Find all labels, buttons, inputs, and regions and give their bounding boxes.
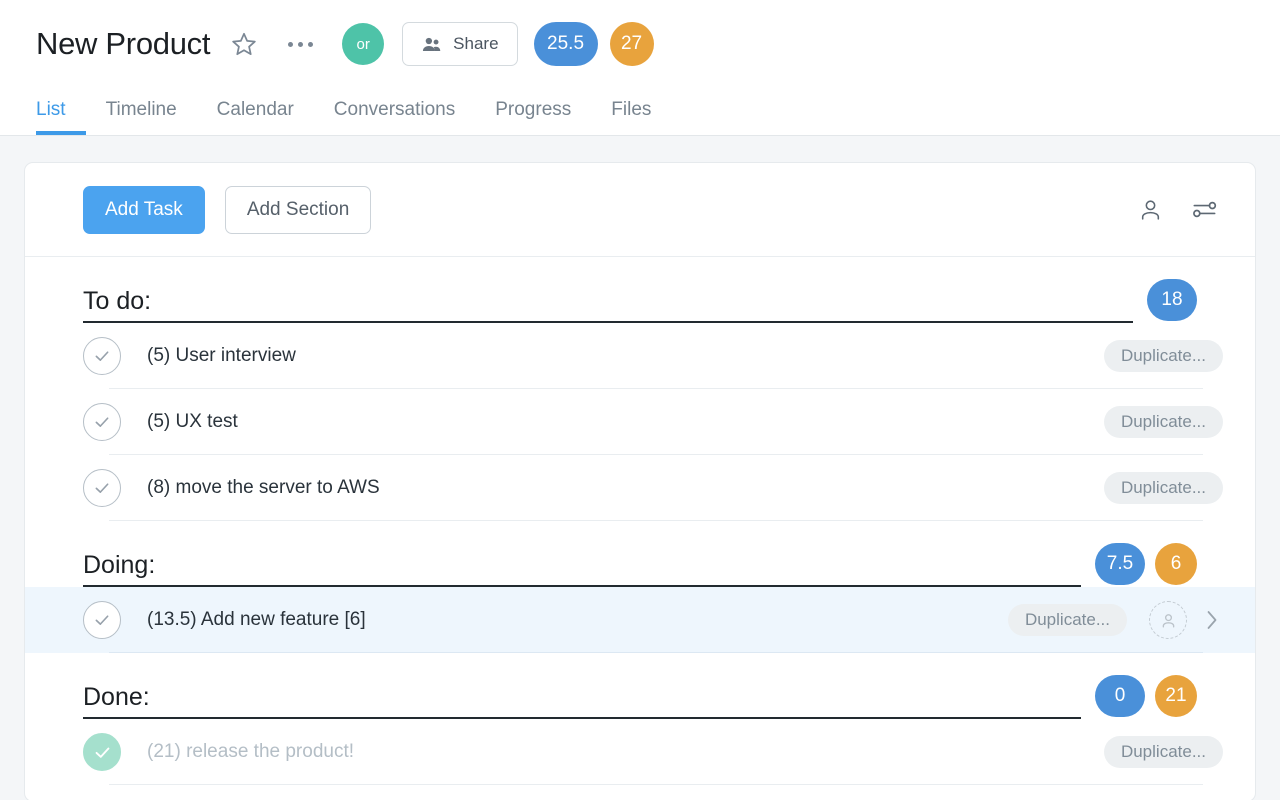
task-checkbox[interactable]	[83, 337, 121, 375]
task-label: (5) User interview	[147, 345, 296, 367]
task-checkbox[interactable]	[83, 469, 121, 507]
duplicate-action-pill[interactable]: Duplicate...	[1104, 736, 1223, 768]
task-label: (5) UX test	[147, 411, 238, 433]
duplicate-action-pill[interactable]: Duplicate...	[1104, 472, 1223, 504]
section-badge-orange[interactable]: 21	[1155, 675, 1197, 717]
section-title-underline: To do:	[83, 289, 1133, 323]
section-header-done: Done: 0 21	[25, 653, 1255, 719]
table-row[interactable]: (5) UX test Duplicate...	[25, 389, 1255, 455]
title-row: New Product or Share 25.5 27	[36, 0, 1280, 88]
section-badges: 0 21	[1095, 675, 1197, 719]
section-badges: 7.5 6	[1095, 543, 1197, 587]
task-list-card: Add Task Add Section To do: 18	[24, 162, 1256, 800]
assignee-placeholder-icon[interactable]	[1149, 601, 1187, 639]
task-label: (21) release the product!	[147, 741, 354, 763]
section-badges: 18	[1147, 279, 1197, 323]
section-badge-blue[interactable]: 18	[1147, 279, 1197, 321]
share-button[interactable]: Share	[402, 22, 517, 66]
task-label: (8) move the server to AWS	[147, 477, 380, 499]
table-row[interactable]: (21) release the product! Duplicate...	[25, 719, 1255, 785]
section-badge-blue[interactable]: 0	[1095, 675, 1145, 717]
share-button-label: Share	[453, 34, 498, 54]
avatar[interactable]: or	[342, 23, 384, 65]
top-header: New Product or Share 25.5 27	[0, 0, 1280, 136]
tab-conversations[interactable]: Conversations	[314, 100, 475, 135]
duplicate-action-pill[interactable]: Duplicate...	[1104, 406, 1223, 438]
table-row[interactable]: (13.5) Add new feature [6] Duplicate...	[25, 587, 1255, 653]
people-icon	[421, 34, 442, 55]
section-header-todo: To do: 18	[25, 257, 1255, 323]
task-checkbox[interactable]	[83, 601, 121, 639]
section-title: To do:	[83, 289, 1133, 314]
tab-timeline[interactable]: Timeline	[86, 100, 197, 135]
table-row[interactable]: (5) User interview Duplicate...	[25, 323, 1255, 389]
tab-progress[interactable]: Progress	[475, 100, 591, 135]
duplicate-action-pill[interactable]: Duplicate...	[1104, 340, 1223, 372]
task-checkbox[interactable]	[83, 403, 121, 441]
list-toolbar: Add Task Add Section	[25, 163, 1255, 257]
add-task-button[interactable]: Add Task	[83, 186, 205, 234]
section-title: Doing:	[83, 553, 1081, 578]
view-tabs: List Timeline Calendar Conversations Pro…	[36, 87, 671, 135]
section-title: Done:	[83, 685, 1081, 710]
tab-calendar[interactable]: Calendar	[197, 100, 314, 135]
person-icon[interactable]	[1131, 191, 1169, 229]
ellipsis-icon[interactable]	[280, 24, 320, 64]
task-label: (13.5) Add new feature [6]	[147, 609, 366, 631]
section-header-doing: Doing: 7.5 6	[25, 521, 1255, 587]
chevron-right-icon[interactable]	[1201, 605, 1223, 635]
table-row[interactable]: (8) move the server to AWS Duplicate...	[25, 455, 1255, 521]
header-badge-blue[interactable]: 25.5	[534, 22, 598, 66]
section-badge-blue[interactable]: 7.5	[1095, 543, 1145, 585]
duplicate-action-pill[interactable]: Duplicate...	[1008, 604, 1127, 636]
page-title: New Product	[36, 26, 210, 62]
tab-list[interactable]: List	[36, 100, 86, 135]
header-badge-orange[interactable]: 27	[610, 22, 654, 66]
sliders-filter-icon[interactable]	[1185, 191, 1223, 229]
section-title-underline: Doing:	[83, 553, 1081, 587]
task-checkbox[interactable]	[83, 733, 121, 771]
tab-files[interactable]: Files	[591, 100, 671, 135]
add-section-button[interactable]: Add Section	[225, 186, 371, 234]
star-outline-icon[interactable]	[224, 24, 264, 64]
section-badge-orange[interactable]: 6	[1155, 543, 1197, 585]
section-title-underline: Done:	[83, 685, 1081, 719]
